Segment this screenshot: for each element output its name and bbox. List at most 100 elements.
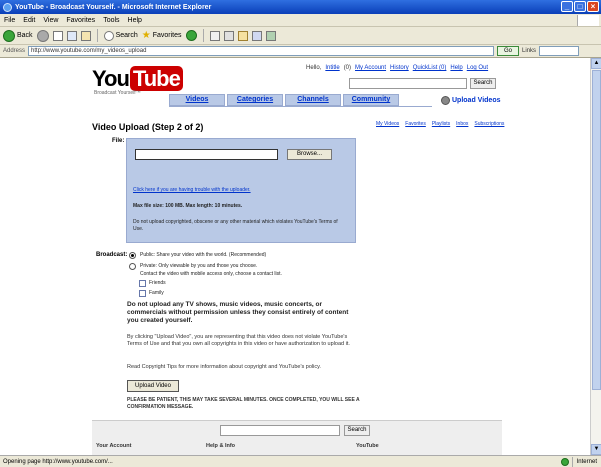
private-option-note: Contact the video with mobile access onl… (140, 271, 282, 277)
star-icon: ★ (141, 30, 151, 41)
favorites-button[interactable]: ★ Favorites (142, 29, 182, 43)
footer-your-account: Your Account (96, 443, 132, 449)
menu-help[interactable]: Help (128, 17, 142, 24)
zone-text: Internet (571, 457, 597, 467)
hello-text: Hello, (306, 65, 322, 71)
quicklist-link[interactable]: QuickList (0) (413, 65, 447, 71)
page-viewport: You Tube Broadcast Yourself™ Hello, Intit… (0, 58, 590, 455)
print-icon[interactable] (223, 30, 234, 41)
menu-edit[interactable]: Edit (23, 17, 35, 24)
tab-videos[interactable]: Videos (169, 94, 225, 106)
stop-icon[interactable] (52, 30, 63, 41)
folder-icon[interactable] (237, 30, 248, 41)
upload-videos-link[interactable]: Upload Videos (441, 96, 501, 105)
research-icon[interactable] (265, 30, 276, 41)
account-sublinks: My Videos Favorites Playlists Inbox Subs… (376, 121, 504, 127)
family-label: Family (149, 290, 164, 296)
window-titlebar: YouTube - Broadcast Yourself. - Microsof… (0, 0, 601, 14)
tab-channels[interactable]: Channels (285, 94, 341, 106)
user-links: Hello, Intitle (0) My Account History Qu… (306, 65, 488, 71)
search-submit-button[interactable]: Search (470, 78, 496, 89)
my-videos-link[interactable]: My Videos (376, 121, 399, 127)
inbox-count: (0) (343, 65, 352, 71)
go-button[interactable]: Go (497, 46, 520, 56)
logo-tagline: Broadcast Yourself™ (94, 90, 141, 96)
menu-tools[interactable]: Tools (103, 17, 119, 24)
back-button[interactable]: Back (3, 29, 33, 43)
scroll-up-icon[interactable]: ▲ (591, 58, 601, 69)
close-button[interactable]: × (587, 1, 599, 12)
ie-icon (3, 2, 12, 12)
tab-categories[interactable]: Categories (227, 94, 283, 106)
search-input[interactable] (349, 78, 467, 89)
family-checkbox[interactable] (139, 290, 146, 297)
menu-view[interactable]: View (43, 17, 58, 24)
minimize-button[interactable]: _ (561, 1, 573, 12)
address-input[interactable]: http://www.youtube.com/my_videos_upload (28, 46, 495, 56)
favorites-link[interactable]: Favorites (405, 121, 426, 127)
upload-video-button[interactable]: Upload Video (127, 380, 179, 392)
tab-community[interactable]: Community (343, 94, 399, 106)
search-icon (103, 30, 114, 41)
playlists-link[interactable]: Playlists (432, 121, 450, 127)
terms-paragraph: By clicking "Upload Video", you are repr… (127, 334, 350, 347)
windows-flag-icon (577, 15, 599, 26)
menu-file[interactable]: File (4, 17, 15, 24)
footer-search-input[interactable] (220, 425, 340, 436)
links-button[interactable]: Links (522, 48, 536, 54)
public-option-text: Public: Share your video with the world.… (140, 252, 267, 258)
public-radio[interactable] (129, 252, 136, 259)
private-option-text: Private: Only viewable by you and those … (140, 263, 258, 269)
maximize-button[interactable]: □ (574, 1, 586, 12)
search-button[interactable]: Search (103, 29, 138, 43)
history-icon[interactable] (185, 30, 197, 41)
private-radio[interactable] (129, 263, 136, 270)
footer-youtube: YouTube (356, 443, 379, 449)
inbox-link[interactable]: Inbox (456, 121, 468, 127)
page-title: Video Upload (Step 2 of 2) (92, 122, 204, 132)
copyright-notice: Do not upload copyrighted, obscene or an… (133, 219, 338, 232)
home-icon[interactable] (80, 30, 91, 41)
logout-link[interactable]: Log Out (467, 65, 488, 71)
file-upload-panel: Browse... Click here if you are having t… (126, 138, 356, 243)
upload-icon (441, 96, 450, 105)
header-search: Search (349, 78, 496, 89)
subscriptions-link[interactable]: Subscriptions (474, 121, 504, 127)
copyright-tips-paragraph: Read Copyright Tips for more information… (127, 364, 321, 370)
history-link[interactable]: History (390, 65, 409, 71)
scroll-thumb[interactable] (592, 70, 601, 390)
internet-zone-icon (560, 458, 569, 466)
uploader-help-link[interactable]: Click here if you are having trouble wit… (133, 187, 251, 193)
broadcast-label: Broadcast: (96, 252, 128, 258)
help-link[interactable]: Help (450, 65, 462, 71)
username-link[interactable]: Intitle (325, 65, 339, 71)
page-footer: Search Your Account Help & Info YouTube (92, 420, 502, 455)
nav-tabs: Videos Categories Channels Community (169, 94, 399, 106)
browse-button[interactable]: Browse... (287, 149, 332, 160)
menu-bar: File Edit View Favorites Tools Help (0, 14, 601, 27)
mail-icon[interactable] (209, 30, 220, 41)
friends-checkbox[interactable] (139, 280, 146, 287)
footer-help-info: Help & Info (206, 443, 236, 449)
file-label: File: (112, 138, 125, 144)
upload-warning: Do not upload any TV shows, music videos… (127, 301, 349, 324)
scroll-down-icon[interactable]: ▼ (591, 444, 601, 455)
back-arrow-icon (3, 29, 15, 42)
menu-favorites[interactable]: Favorites (66, 17, 95, 24)
youtube-logo[interactable]: You Tube (92, 66, 183, 92)
window-title: YouTube - Broadcast Yourself. - Microsof… (15, 3, 212, 11)
refresh-icon[interactable] (66, 30, 77, 41)
friends-label: Friends (149, 280, 166, 286)
forward-button[interactable] (36, 29, 49, 42)
browser-toolbar: Back Search ★ Favorites (0, 27, 601, 45)
footer-search-button[interactable]: Search (344, 425, 370, 436)
toolbar-search-input[interactable] (539, 46, 580, 56)
address-bar: Address http://www.youtube.com/my_videos… (0, 45, 601, 58)
vertical-scrollbar[interactable]: ▲ ▼ (590, 58, 601, 455)
file-path-input[interactable] (135, 149, 278, 160)
messenger-icon[interactable] (251, 30, 262, 41)
patience-notice: PLEASE BE PATIENT, THIS MAY TAKE SEVERAL… (127, 397, 360, 410)
my-account-link[interactable]: My Account (355, 65, 386, 71)
status-bar: Opening page http://www.youtube.com/... … (0, 455, 601, 467)
address-label: Address (3, 48, 26, 54)
